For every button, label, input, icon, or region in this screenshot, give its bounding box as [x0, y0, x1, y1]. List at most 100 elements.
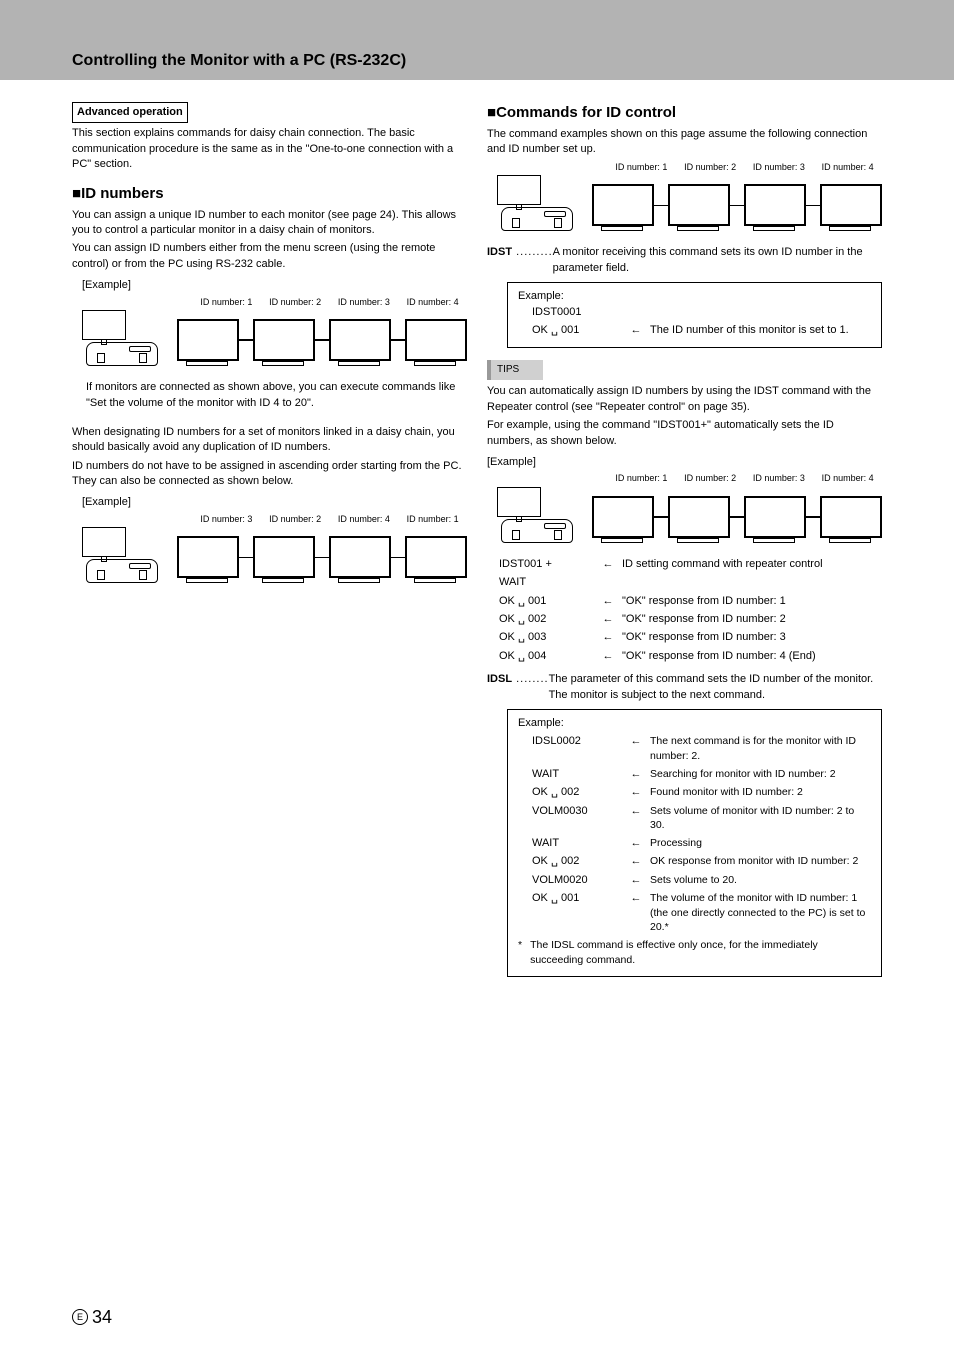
idsl-row: VOLM0030←Sets volume of monitor with ID … — [532, 804, 871, 833]
diagram-labels-1: ID number: 1ID number: 2ID number: 3ID n… — [192, 296, 467, 309]
response-line: OK ␣ 003←"OK" response from ID number: 3 — [499, 630, 882, 645]
cmd-text: WAIT — [499, 575, 594, 590]
arrow-icon: ← — [622, 804, 650, 819]
idst-definition: IDST ......... A monitor receiving this … — [487, 245, 882, 276]
response-text: "OK" response from ID number: 1 — [622, 594, 786, 609]
pc-icon — [82, 310, 177, 370]
tips-paragraph-2: For example, using the command "IDST001+… — [487, 418, 882, 449]
tips-heading: TIPS — [487, 360, 543, 380]
id-paragraph-1: You can assign a unique ID number to eac… — [72, 208, 467, 239]
idsl-definition: IDSL ........ The parameter of this comm… — [487, 672, 882, 703]
pc-icon — [497, 175, 592, 235]
cmd-text: OK ␣ 003 — [499, 630, 594, 645]
cmd-text: OK ␣ 001 — [499, 594, 594, 609]
example-title: Example: — [518, 716, 871, 731]
idsl-row: IDSL0002←The next command is for the mon… — [532, 734, 871, 763]
cmd-text: OK ␣ 002 — [532, 785, 622, 800]
right-column: ■Commands for ID control The command exa… — [487, 102, 882, 983]
adv-paragraph: This section explains commands for daisy… — [72, 126, 467, 172]
cmd-paragraph-1: The command examples shown on this page … — [487, 127, 882, 158]
repeater-response-list: IDST001 +←ID setting command with repeat… — [487, 557, 882, 664]
daisy-chain-diagram-2 — [82, 527, 467, 587]
response-text: Sets volume of monitor with ID number: 2… — [650, 804, 871, 833]
cmd-text: OK ␣ 002 — [499, 612, 594, 627]
response-text: "OK" response from ID number: 3 — [622, 630, 786, 645]
idsl-row: WAIT←Searching for monitor with ID numbe… — [532, 767, 871, 782]
id-paragraph-4: When designating ID numbers for a set of… — [72, 425, 467, 456]
tips-paragraph-1: You can automatically assign ID numbers … — [487, 384, 882, 415]
arrow-icon: ← — [594, 557, 622, 572]
idsl-row: OK ␣ 001←The volume of the monitor with … — [532, 891, 871, 935]
cmd-text: WAIT — [532, 836, 622, 851]
arrow-icon: ← — [622, 767, 650, 782]
footnote-star: * — [518, 938, 530, 967]
cmd-text: IDSL0002 — [532, 734, 622, 749]
lang-badge: E — [72, 1309, 88, 1325]
idsl-row: OK ␣ 002←Found monitor with ID number: 2 — [532, 785, 871, 800]
response-line: OK ␣ 002←"OK" response from ID number: 2 — [499, 612, 882, 627]
cmd-text: OK ␣ 004 — [499, 649, 594, 664]
arrow-icon: ← — [594, 649, 622, 664]
idsl-footnote: The IDSL command is effective only once,… — [530, 938, 871, 967]
response-line: IDST001 +←ID setting command with repeat… — [499, 557, 882, 572]
cmd-text: IDST001 + — [499, 557, 594, 572]
left-column: Advanced operation This section explains… — [72, 102, 467, 983]
id-paragraph-3: If monitors are connected as shown above… — [86, 380, 467, 411]
id-paragraph-5: ID numbers do not have to be assigned in… — [72, 459, 467, 490]
response-line: OK ␣ 001←"OK" response from ID number: 1 — [499, 594, 882, 609]
cmd-text: OK ␣ 002 — [532, 854, 622, 869]
diagram-labels-3: ID number: 1ID number: 2ID number: 3ID n… — [607, 161, 882, 174]
example-label-3: [Example] — [487, 455, 882, 470]
arrow-icon: ← — [622, 323, 650, 338]
response-text: Sets volume to 20. — [650, 873, 737, 888]
daisy-chain-diagram-1 — [82, 310, 467, 370]
idst-example-box: Example: IDST0001 OK ␣ 001 ← The ID numb… — [507, 282, 882, 348]
pc-icon — [497, 487, 592, 547]
response-text: "OK" response from ID number: 4 (End) — [622, 649, 816, 664]
cmd-text: VOLM0020 — [532, 873, 622, 888]
idst-cmd: IDST0001 — [532, 305, 871, 320]
daisy-chain-diagram-3 — [497, 175, 882, 235]
advanced-op-heading: Advanced operation — [72, 102, 188, 123]
cmd-text: VOLM0030 — [532, 804, 622, 819]
arrow-icon: ← — [622, 873, 650, 888]
cmd-text: OK ␣ 001 — [532, 891, 622, 906]
response-text: Found monitor with ID number: 2 — [650, 785, 803, 800]
response-line: OK ␣ 004←"OK" response from ID number: 4… — [499, 649, 882, 664]
idst-resp-right: The ID number of this monitor is set to … — [650, 323, 849, 338]
arrow-icon: ← — [622, 854, 650, 869]
response-line: WAIT — [499, 575, 882, 590]
example-title: Example: — [518, 289, 871, 304]
example-label-2: [Example] — [82, 495, 467, 510]
response-text: The next command is for the monitor with… — [650, 734, 871, 763]
arrow-icon: ← — [594, 630, 622, 645]
daisy-chain-diagram-4 — [497, 487, 882, 547]
cmd-text: WAIT — [532, 767, 622, 782]
arrow-icon: ← — [622, 734, 650, 749]
response-text: The volume of the monitor with ID number… — [650, 891, 871, 935]
id-numbers-heading: ■ID numbers — [72, 183, 467, 204]
arrow-icon: ← — [594, 594, 622, 609]
response-text: Searching for monitor with ID number: 2 — [650, 767, 836, 782]
page-title: Controlling the Monitor with a PC (RS-23… — [72, 50, 406, 72]
page-number: E 34 — [72, 1305, 112, 1330]
idsl-row: OK ␣ 002←OK response from monitor with I… — [532, 854, 871, 869]
pc-icon — [82, 527, 177, 587]
response-text: OK response from monitor with ID number:… — [650, 854, 858, 869]
idsl-row: WAIT←Processing — [532, 836, 871, 851]
example-label-1: [Example] — [82, 278, 467, 293]
arrow-icon: ← — [594, 612, 622, 627]
response-text: ID setting command with repeater control — [622, 557, 823, 572]
diagram-labels-2: ID number: 3ID number: 2ID number: 4ID n… — [192, 513, 467, 526]
diagram-labels-4: ID number: 1ID number: 2ID number: 3ID n… — [607, 472, 882, 485]
idsl-row: VOLM0020←Sets volume to 20. — [532, 873, 871, 888]
id-paragraph-2: You can assign ID numbers either from th… — [72, 241, 467, 272]
response-text: "OK" response from ID number: 2 — [622, 612, 786, 627]
arrow-icon: ← — [622, 891, 650, 906]
idst-resp-left: OK ␣ 001 — [532, 323, 622, 338]
arrow-icon: ← — [622, 785, 650, 800]
response-text: Processing — [650, 836, 702, 851]
commands-id-heading: ■Commands for ID control — [487, 102, 882, 123]
arrow-icon: ← — [622, 836, 650, 851]
idsl-example-box: Example: IDSL0002←The next command is fo… — [507, 709, 882, 977]
